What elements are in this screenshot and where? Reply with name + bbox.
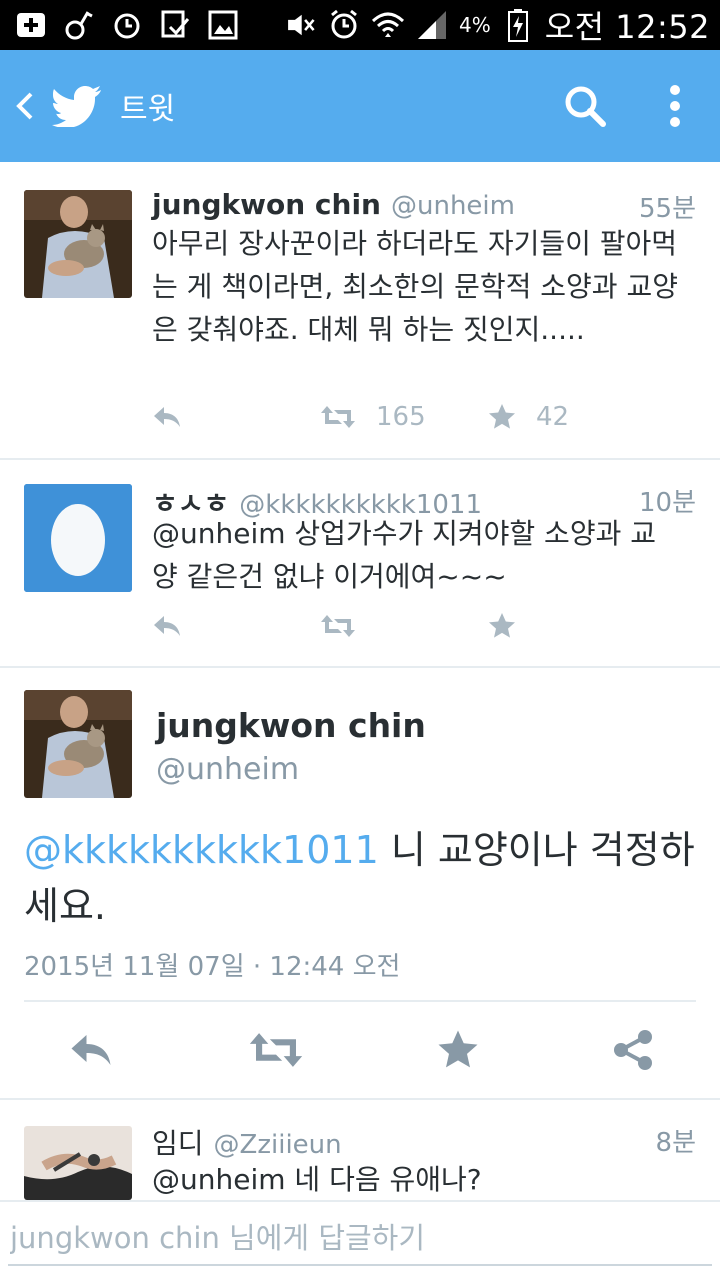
reply-button[interactable] [152,614,320,638]
reply-button[interactable] [152,405,320,429]
reply-compose-bar [0,1200,720,1280]
mention-link[interactable]: @kkkkkkkkkk1011 [24,828,379,872]
star-icon [438,1030,477,1068]
reply-icon [154,616,180,636]
reply-icon [71,1035,110,1065]
wifi-icon [371,8,405,42]
alarm-icon [327,8,361,42]
tweet-item[interactable]: 임디 @Zziiieun 8분 @unheim 네 다음 유애나? [0,1100,720,1200]
add-notification-icon [14,8,48,42]
retweet-button[interactable] [320,613,488,639]
man-with-cat-avatar [24,690,132,798]
detail-author-handle[interactable]: @unheim [156,752,299,787]
tweet-text: 아무리 장사꾼이라 하더라도 자기들이 팔아먹는 게 책이라면, 최소한의 문학… [152,227,678,346]
alarm-icon [110,8,144,42]
star-icon [489,404,515,429]
tweet-time: 8분 [655,1128,696,1158]
search-icon [565,86,606,127]
detail-tweet: jungkwon chin @unheim @kkkkkkkkkk1011 니 … [0,668,720,1100]
author-name[interactable]: jungkwon chin [152,188,381,221]
detail-timestamp: 2015년 11월 07일 · 12:44 오전 [24,952,401,982]
favorite-button[interactable]: 42 [488,402,569,432]
battery-charging-icon [501,8,535,42]
chevron-left-icon [16,92,33,120]
author-name[interactable]: 임디 [152,1122,204,1162]
mute-icon [283,8,317,42]
favorite-button[interactable] [437,1029,479,1075]
twitter-bird-icon [48,50,106,162]
favorite-button[interactable] [488,612,516,640]
share-button[interactable] [612,1029,654,1075]
share-icon [613,1030,652,1070]
tweet-time: 55분 [638,194,696,224]
app-bar: 트윗 [0,50,720,162]
gallery-icon [206,8,240,42]
reply-icon [154,407,180,427]
signal-icon [415,8,449,42]
man-with-cat-avatar [24,190,132,298]
tweet-text: @unheim 상업가수가 지켜야할 소양과 교양 같은건 없냐 이거에여~~~ [152,517,657,593]
retweet-icon [321,406,355,428]
avatar[interactable] [24,690,132,798]
more-vertical-icon [670,85,680,127]
retweet-button[interactable] [248,1030,304,1074]
reply-input[interactable] [8,1212,712,1266]
status-bar: 4% 오전 12:52 [0,0,720,50]
battery-percent: 4% [458,13,491,37]
page-title: 트윗 [120,92,176,127]
star-icon [489,613,515,638]
music-note-icon [62,8,96,42]
detail-tweet-text: @kkkkkkkkkk1011 니 교양이나 걱정하세요. [24,822,696,934]
avatar[interactable] [24,484,132,592]
author-handle[interactable]: @Zziiieun [214,1130,342,1160]
search-button[interactable] [540,50,630,162]
author-handle[interactable]: @unheim [391,191,515,221]
status-time: 오전 12:52 [544,8,710,46]
hands-avatar [24,1126,132,1200]
tweet-item[interactable]: ㅎㅅㅎ @kkkkkkkkkk1011 10분 @unheim 상업가수가 지켜… [0,460,720,668]
download-done-icon [158,8,192,42]
overflow-menu-button[interactable] [630,50,720,162]
retweet-icon [249,1033,302,1067]
favorite-count: 42 [536,402,570,432]
detail-author-name[interactable]: jungkwon chin [156,706,426,745]
avatar[interactable] [24,190,132,298]
tweet-text: @unheim 네 다음 유애나? [152,1163,482,1196]
retweet-icon [321,615,355,637]
retweet-count: 165 [376,402,426,432]
egg-avatar-icon [24,484,132,592]
tweet-item[interactable]: jungkwon chin @unheim 55분 아무리 장사꾼이라 하더라도… [0,162,720,460]
avatar[interactable] [24,1126,132,1200]
retweet-button[interactable]: 165 [320,402,488,432]
reply-button[interactable] [67,1032,115,1072]
back-button[interactable] [2,50,48,162]
